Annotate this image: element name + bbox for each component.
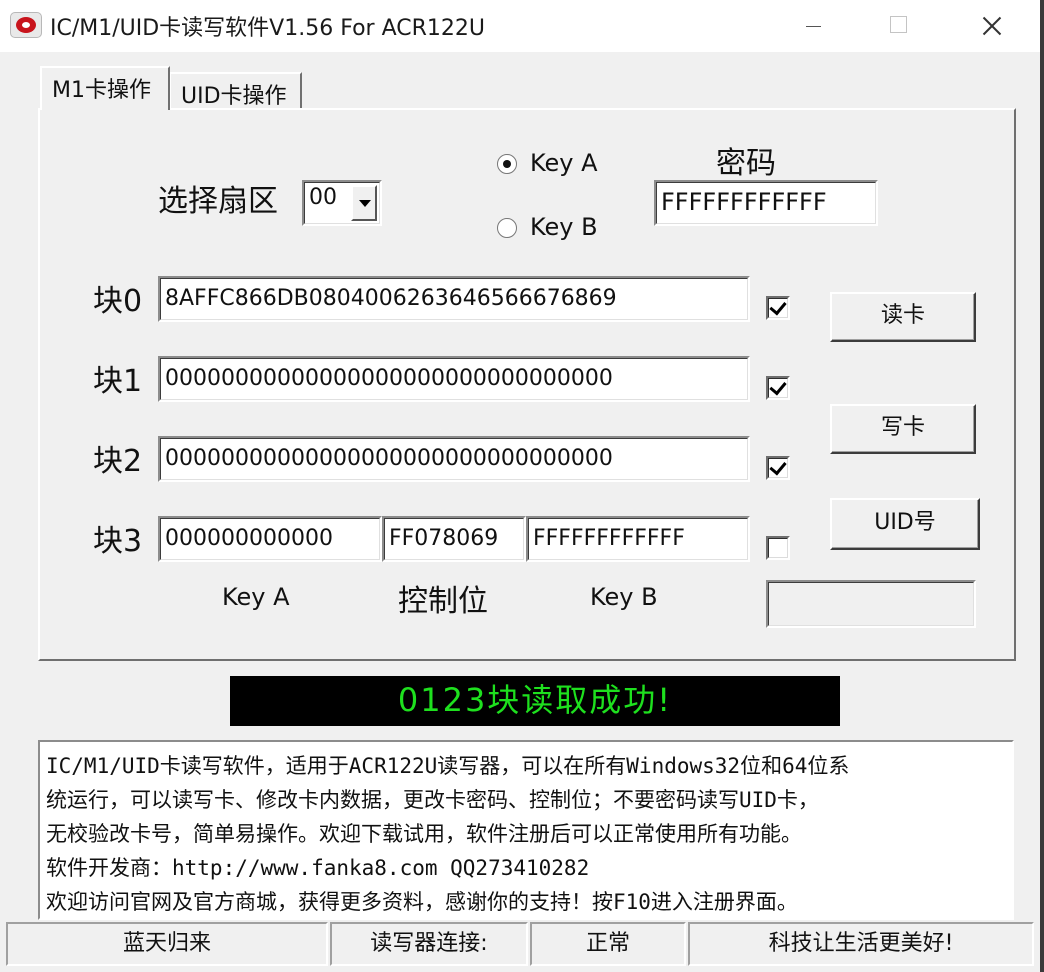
window-edge: [1040, 0, 1044, 972]
info-line: 欢迎访问官网及官方商城，获得更多资料，感谢你的支持！按F10进入注册界面。: [46, 890, 798, 914]
app-window: IC/M1/UID卡读写软件V1.56 For ACR122U M1卡操作 UI…: [0, 0, 1040, 972]
m1-operation-panel: [38, 108, 1016, 661]
close-icon[interactable]: [968, 0, 1014, 52]
title-bar: IC/M1/UID卡读写软件V1.56 For ACR122U: [0, 0, 1040, 52]
maximize-icon[interactable]: [876, 0, 922, 52]
statusbar-reader-label: 读写器连接:: [330, 922, 528, 966]
window-title: IC/M1/UID卡读写软件V1.56 For ACR122U: [50, 16, 485, 41]
status-message: 0123块读取成功!: [230, 676, 840, 726]
tab-m1-card[interactable]: M1卡操作: [40, 66, 170, 110]
app-logo-icon: [10, 12, 42, 38]
statusbar-reader-status: 正常: [530, 922, 686, 966]
info-line: IC/M1/UID卡读写软件，适用于ACR122U读写器，可以在所有Window…: [46, 754, 850, 778]
tab-uid-card[interactable]: UID卡操作: [169, 72, 302, 110]
statusbar-slogan: 科技让生活更美好!: [688, 922, 1034, 966]
statusbar-user: 蓝天归来: [6, 922, 328, 966]
minimize-icon[interactable]: [790, 0, 836, 52]
info-line: 无校验改卡号，简单易操作。欢迎下载试用，软件注册后可以正常使用所有功能。: [46, 822, 802, 846]
info-text-area[interactable]: IC/M1/UID卡读写软件，适用于ACR122U读写器，可以在所有Window…: [38, 740, 1014, 920]
info-line: 软件开发商：http://www.fanka8.com QQ273410282: [46, 856, 590, 880]
info-line: 统运行，可以读写卡、修改卡内数据，更改卡密码、控制位；不要密码读写UID卡，: [46, 788, 819, 812]
